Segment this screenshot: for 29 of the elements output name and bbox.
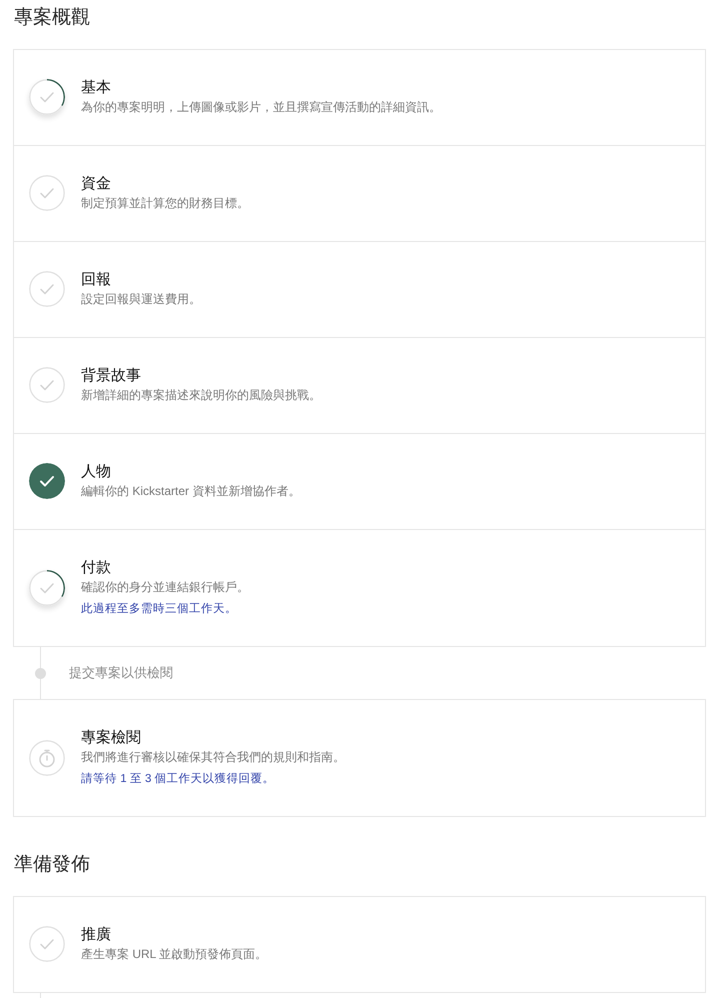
step-row[interactable]: 回報 設定回報與運送費用。 (14, 241, 705, 337)
step-row[interactable]: 背景故事 新增詳細的專案描述來說明你的風險與挑戰。 (14, 337, 705, 433)
step-description: 新增詳細的專案描述來說明你的風險與挑戰。 (81, 387, 321, 404)
milestone-label: 提交專案以供檢閱 (69, 664, 173, 682)
step-description: 我們將進行審核以確保其符合我們的規則和指南。 (81, 749, 345, 766)
step-note: 請等待 1 至 3 個工作天以獲得回覆。 (81, 772, 276, 787)
step-title: 背景故事 (81, 366, 142, 386)
step-row[interactable]: 資金 制定預算並計算您的財務目標。 (14, 145, 705, 241)
step-title: 專案檢閱 (81, 728, 142, 748)
step-description: 編輯你的 Kickstarter 資料並新增協作者。 (81, 483, 300, 500)
step-description: 制定預算並計算您的財務目標。 (81, 195, 249, 212)
step-row[interactable]: 專案檢閱 我們將進行審核以確保其符合我們的規則和指南。 請等待 1 至 3 個工作天以獲得回覆。 (14, 700, 705, 816)
step-title: 人物 (81, 462, 112, 482)
step-row[interactable]: 基本 為你的專案明明，上傳圖像或影片，並且撰寫宣傳活動的詳細資訊。 (14, 50, 705, 145)
step-description: 產生專案 URL 並啟動預發佈頁面。 (81, 946, 268, 963)
step-title: 付款 (81, 558, 112, 578)
step-row[interactable]: 人物 編輯你的 Kickstarter 資料並新增協作者。 (14, 433, 705, 529)
section-heading: 專案概觀 (13, 6, 91, 30)
step-row[interactable]: 推廣 產生專案 URL 並啟動預發佈頁面。 (14, 897, 705, 992)
step-description: 確認你的身分並連結銀行帳戶。 (81, 579, 249, 596)
section-heading: 準備發佈 (13, 853, 91, 877)
step-title: 資金 (81, 174, 112, 194)
step-row[interactable]: 付款 確認你的身分並連結銀行帳戶。 此過程至多需時三個工作天。 (14, 529, 705, 646)
step-note: 此過程至多需時三個工作天。 (81, 602, 238, 617)
step-title: 基本 (81, 78, 112, 98)
step-title: 回報 (81, 270, 112, 290)
step-description: 設定回報與運送費用。 (81, 291, 201, 308)
step-description: 為你的專案明明，上傳圖像或影片，並且撰寫宣傳活動的詳細資訊。 (81, 99, 441, 116)
step-title: 推廣 (81, 925, 112, 945)
